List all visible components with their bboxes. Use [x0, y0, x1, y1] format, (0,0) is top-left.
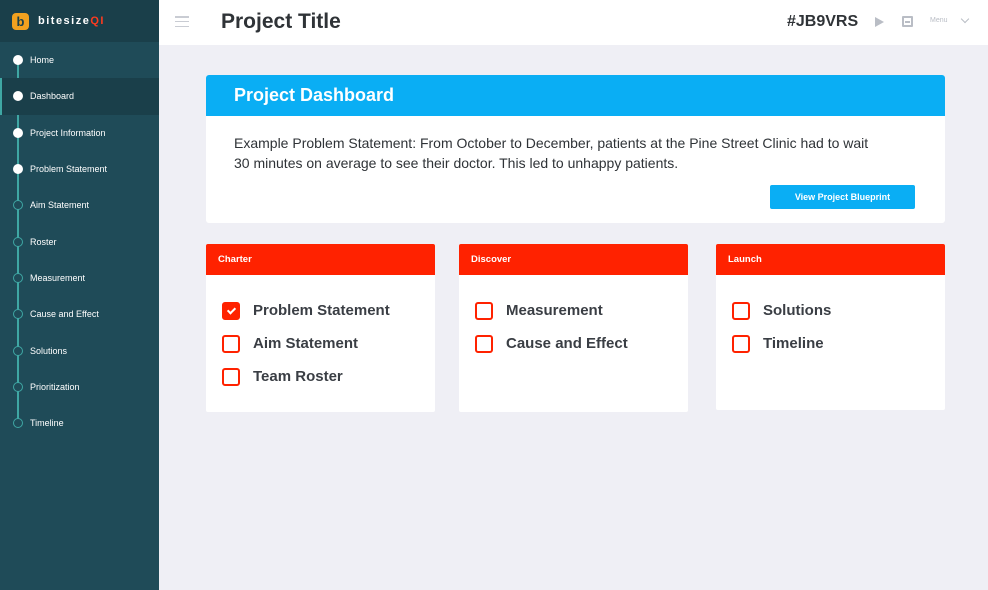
- sidebar-item-label: Home: [30, 55, 55, 66]
- sidebar-item-project-information[interactable]: Project Information: [0, 115, 159, 151]
- checkbox[interactable]: [475, 301, 493, 320]
- checklist: Problem Statement Aim Statement Team Ros…: [206, 275, 435, 393]
- checklist-item-label: Cause and Effect: [506, 335, 628, 352]
- sidebar-item-aim-statement[interactable]: Aim Statement: [0, 187, 159, 223]
- sidebar-item-home[interactable]: Home: [0, 42, 159, 78]
- sidebar-item-label: Measurement: [30, 272, 86, 283]
- sidebar-item-label: Roster: [30, 236, 57, 247]
- step-dot-icon: [13, 345, 23, 356]
- sidebar-item-label: Timeline: [30, 418, 64, 429]
- checklist-item-label: Timeline: [763, 335, 824, 352]
- step-dot-icon: [13, 309, 23, 320]
- sidebar-item-timeline[interactable]: Timeline: [0, 405, 159, 441]
- dashboard-card: Project Dashboard Example Problem Statem…: [206, 75, 945, 223]
- save-icon[interactable]: [902, 16, 913, 27]
- checklist-item-timeline[interactable]: Timeline: [732, 327, 945, 360]
- page-title: Project Title: [221, 10, 341, 33]
- sidebar-item-label: Solutions: [30, 345, 68, 356]
- phase-header: Discover: [459, 244, 688, 275]
- top-bar: Project Title #JB9VRS Menu: [159, 0, 988, 45]
- step-dot-icon: [13, 55, 23, 66]
- checklist-item-label: Aim Statement: [253, 335, 359, 352]
- sidebar-item-solutions[interactable]: Solutions: [0, 332, 159, 368]
- step-dot-icon: [13, 200, 23, 211]
- logo-text: bitesizeQI: [38, 15, 105, 27]
- checklist-item-label: Problem Statement: [253, 302, 390, 319]
- view-project-blueprint-button[interactable]: View Project Blueprint: [770, 185, 915, 209]
- sidebar-item-dashboard[interactable]: Dashboard: [0, 78, 159, 115]
- phase-header: Launch: [716, 244, 945, 275]
- checkbox[interactable]: [732, 301, 750, 320]
- checklist-item-problem-statement[interactable]: Problem Statement: [222, 294, 435, 327]
- sidebar-item-cause-and-effect[interactable]: Cause and Effect: [0, 296, 159, 332]
- checklist-item-measurement[interactable]: Measurement: [475, 294, 688, 327]
- sidebar-item-label: Project Information: [30, 127, 106, 138]
- step-dot-icon: [13, 418, 23, 429]
- checklist-item-aim-statement[interactable]: Aim Statement: [222, 327, 435, 360]
- step-dot-icon: [13, 272, 23, 283]
- play-icon[interactable]: [875, 17, 884, 27]
- checklist-item-solutions[interactable]: Solutions: [732, 294, 945, 327]
- sidebar-item-label: Aim Statement: [30, 200, 90, 211]
- checkbox-checked[interactable]: [222, 301, 240, 320]
- sidebar-item-label: Cause and Effect: [30, 309, 99, 320]
- logo[interactable]: b bitesizeQI: [0, 0, 159, 42]
- chevron-down-icon[interactable]: [960, 14, 970, 24]
- checklist-item-label: Solutions: [763, 302, 832, 319]
- sidebar: b bitesizeQI Home Dashboard Project Info…: [0, 0, 159, 590]
- sidebar-item-roster[interactable]: Roster: [0, 223, 159, 259]
- sidebar-nav: Home Dashboard Project Information Probl…: [0, 42, 159, 441]
- phase-header: Charter: [206, 244, 435, 275]
- logo-name-accent: QI: [90, 15, 105, 27]
- checkbox[interactable]: [732, 334, 750, 353]
- hamburger-icon[interactable]: [175, 16, 189, 27]
- logo-icon: b: [12, 12, 29, 30]
- checklist: Measurement Cause and Effect: [459, 275, 688, 360]
- checklist-item-team-roster[interactable]: Team Roster: [222, 360, 435, 393]
- step-dot-icon: [13, 164, 23, 175]
- checklist-item-label: Measurement: [506, 302, 603, 319]
- phase-card-charter: Charter Problem Statement Aim Statement …: [206, 244, 435, 412]
- phase-card-discover: Discover Measurement Cause and Effect: [459, 244, 688, 412]
- sidebar-item-label: Dashboard: [30, 91, 75, 102]
- project-code: #JB9VRS: [787, 13, 859, 30]
- checkbox[interactable]: [222, 367, 240, 386]
- step-dot-icon: [13, 381, 23, 392]
- sidebar-item-problem-statement[interactable]: Problem Statement: [0, 151, 159, 187]
- checklist-item-cause-and-effect[interactable]: Cause and Effect: [475, 327, 688, 360]
- checkbox[interactable]: [222, 334, 240, 353]
- step-dot-icon: [13, 91, 23, 102]
- logo-name-main: bitesize: [38, 15, 91, 27]
- problem-statement-text: Example Problem Statement: From October …: [234, 135, 869, 171]
- phase-card-launch: Launch Solutions Timeline: [716, 244, 945, 410]
- menu-button[interactable]: Menu: [930, 17, 948, 24]
- step-dot-icon: [13, 236, 23, 247]
- sidebar-item-prioritization[interactable]: Prioritization: [0, 369, 159, 405]
- checkbox[interactable]: [475, 334, 493, 353]
- checklist-item-label: Team Roster: [253, 368, 343, 385]
- sidebar-item-label: Prioritization: [30, 381, 80, 392]
- sidebar-item-measurement[interactable]: Measurement: [0, 260, 159, 296]
- dashboard-title: Project Dashboard: [234, 85, 395, 105]
- step-dot-icon: [13, 127, 23, 138]
- checkmark-icon: [226, 304, 236, 315]
- checklist: Solutions Timeline: [716, 275, 945, 360]
- dashboard-card-header: Project Dashboard: [206, 75, 945, 116]
- sidebar-item-label: Problem Statement: [30, 164, 108, 175]
